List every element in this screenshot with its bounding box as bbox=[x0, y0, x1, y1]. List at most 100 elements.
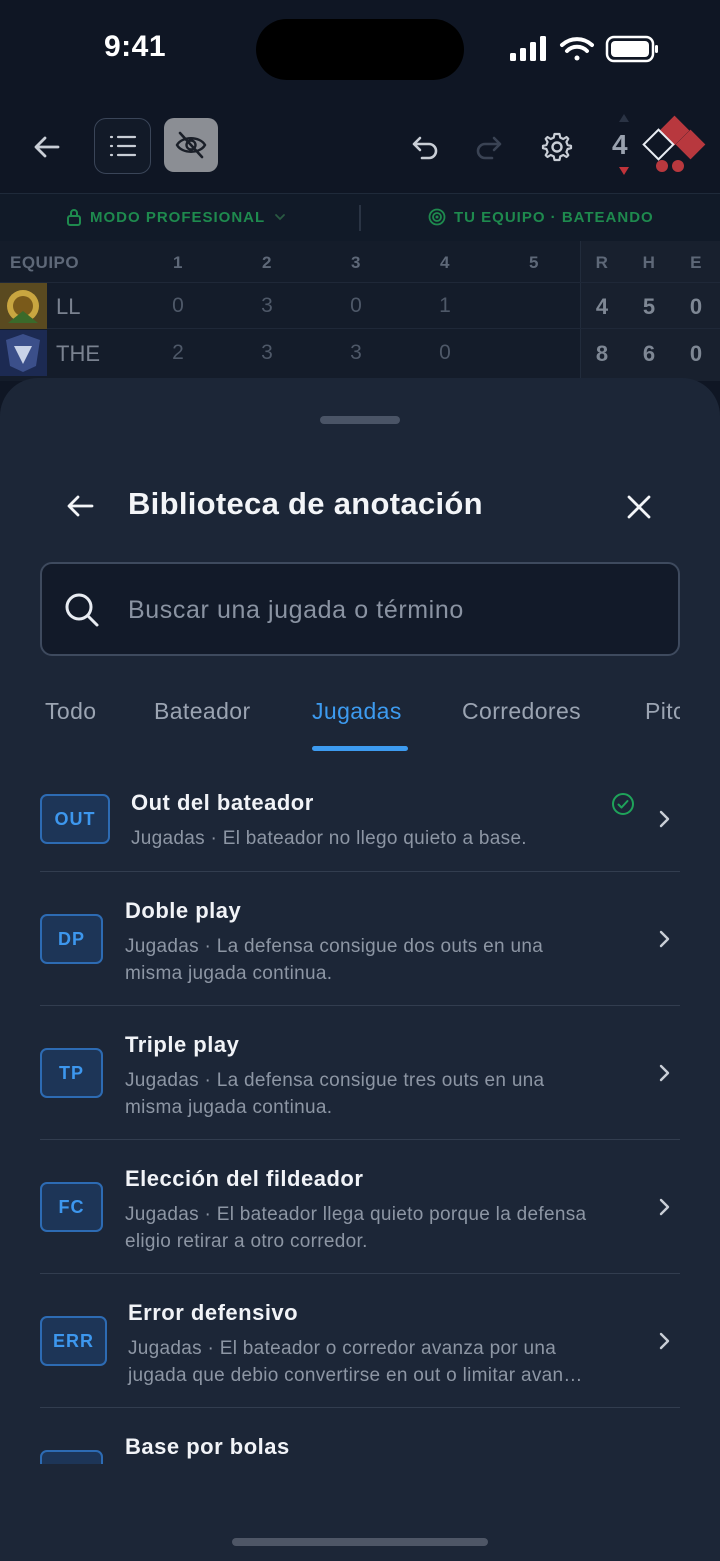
inning-header: 1 bbox=[173, 253, 183, 272]
tab-jugadas[interactable]: Jugadas bbox=[312, 698, 402, 725]
home-indicator bbox=[232, 1538, 488, 1546]
status-icons bbox=[510, 35, 658, 63]
play-description: Jugadas · La defensa consigue dos outs e… bbox=[125, 936, 544, 984]
list-item[interactable]: DP Doble play Jugadas · La defensa consi… bbox=[40, 872, 680, 1006]
search-input[interactable] bbox=[128, 588, 658, 632]
inning-score: 1 bbox=[439, 294, 451, 317]
tab-todo[interactable]: Todo bbox=[45, 698, 96, 725]
hits-total: 6 bbox=[642, 341, 656, 366]
sheet-grabber[interactable] bbox=[320, 416, 400, 424]
list-item[interactable]: OUT Out del bateador Jugadas · El batead… bbox=[40, 778, 680, 872]
chevron-right-icon bbox=[659, 810, 670, 828]
list-item[interactable]: ERR Error defensivo Jugadas · El bateado… bbox=[40, 1274, 680, 1408]
undo-icon bbox=[412, 136, 438, 160]
mode-divider bbox=[359, 205, 361, 231]
play-title: Out del bateador bbox=[131, 790, 314, 815]
inning-header: 2 bbox=[262, 253, 272, 272]
tab-corredores[interactable]: Corredores bbox=[462, 698, 581, 725]
inning-score: 3 bbox=[261, 294, 273, 317]
back-button[interactable] bbox=[24, 124, 70, 170]
dynamic-island bbox=[256, 19, 464, 80]
inning-score: 0 bbox=[172, 294, 184, 317]
inning-header: 4 bbox=[440, 253, 450, 272]
inning-score: 0 bbox=[350, 294, 362, 317]
redo-icon bbox=[476, 136, 502, 160]
play-description: Jugadas · El bateador llega quieto porqu… bbox=[125, 1204, 587, 1252]
team-status: TU EQUIPO · BATEANDO bbox=[428, 208, 654, 226]
team-name: THE bbox=[56, 341, 100, 366]
status-time: 9:41 bbox=[104, 30, 167, 63]
wifi-icon bbox=[560, 37, 594, 61]
inning-down-arrow-icon[interactable] bbox=[619, 167, 629, 175]
toolbar: 4 bbox=[0, 100, 720, 193]
runs-header: R bbox=[595, 253, 609, 272]
chevron-right-icon bbox=[659, 1198, 670, 1216]
play-badge: FC bbox=[40, 1182, 103, 1232]
chevron-right-icon bbox=[659, 1332, 670, 1350]
mode-selector[interactable]: MODO PROFESIONAL bbox=[66, 208, 287, 226]
play-title: Error defensivo bbox=[128, 1300, 299, 1325]
chevron-right-icon bbox=[659, 1064, 670, 1082]
inning-header: 5 bbox=[529, 253, 539, 272]
inning-score: 3 bbox=[350, 341, 362, 364]
errors-total: 0 bbox=[689, 294, 703, 319]
hide-button[interactable] bbox=[164, 118, 218, 172]
play-badge: TP bbox=[40, 1048, 103, 1098]
settings-button[interactable] bbox=[534, 124, 580, 170]
team-logo-ll bbox=[0, 283, 47, 329]
redo-button[interactable] bbox=[466, 124, 512, 170]
list-icon bbox=[109, 135, 136, 157]
bases-diamond-icon[interactable] bbox=[636, 114, 706, 176]
list-button[interactable] bbox=[94, 118, 151, 174]
close-button[interactable] bbox=[616, 484, 662, 530]
chevron-right-icon bbox=[659, 930, 670, 948]
gear-icon bbox=[541, 132, 573, 162]
mode-bar: MODO PROFESIONAL TU EQUIPO · BATEANDO bbox=[0, 193, 720, 241]
chevron-down-icon bbox=[275, 214, 286, 221]
battery-icon bbox=[605, 35, 658, 63]
scoreboard: EQUIPO 1 2 3 4 5 R H E LL 0 3 0 1 4 5 0 … bbox=[0, 241, 720, 381]
runs-total: 4 bbox=[595, 294, 609, 319]
play-title: Triple play bbox=[125, 1032, 240, 1057]
scoreboard-row: THE 2 3 3 0 8 6 0 bbox=[0, 330, 720, 376]
team-name: LL bbox=[56, 294, 81, 319]
cellular-signal-icon bbox=[510, 36, 546, 61]
lock-icon bbox=[67, 209, 81, 226]
team-logo-the bbox=[0, 330, 47, 376]
scoreboard-row: LL 0 3 0 1 4 5 0 bbox=[0, 283, 720, 329]
errors-header: E bbox=[690, 253, 702, 272]
search-box[interactable] bbox=[40, 562, 680, 656]
check-circle-icon bbox=[612, 793, 634, 815]
list-item[interactable]: FC Elección del fildeador Jugadas · El b… bbox=[40, 1140, 680, 1274]
play-description: Jugadas · El bateador o corredor avanza … bbox=[128, 1338, 583, 1386]
tab-bateador[interactable]: Bateador bbox=[154, 698, 251, 725]
errors-total: 0 bbox=[689, 341, 703, 366]
sheet-title: Biblioteca de anotación bbox=[128, 486, 483, 521]
list-item[interactable]: BB Base por bolas bbox=[40, 1408, 680, 1464]
play-title: Elección del fildeador bbox=[125, 1166, 364, 1191]
play-description: Jugadas · El bateador no llego quieto a … bbox=[131, 828, 527, 849]
tab-pitcher[interactable]: Pitcher bbox=[645, 698, 680, 725]
play-badge: BB bbox=[40, 1450, 103, 1464]
sheet-back-button[interactable] bbox=[58, 484, 102, 528]
inning-up-arrow-icon[interactable] bbox=[619, 114, 629, 122]
team-column-header: EQUIPO bbox=[10, 253, 80, 272]
close-icon bbox=[627, 495, 651, 519]
inning-header: 3 bbox=[351, 253, 361, 272]
status-bar: 9:41 bbox=[0, 0, 720, 100]
plays-list: OUT Out del bateador Jugadas · El batead… bbox=[40, 778, 680, 1464]
undo-button[interactable] bbox=[402, 124, 448, 170]
arrow-left-icon bbox=[34, 136, 60, 158]
inning-score: 3 bbox=[261, 341, 273, 364]
inning-number: 4 bbox=[612, 129, 628, 160]
inning-score: 0 bbox=[439, 341, 451, 364]
hits-header: H bbox=[642, 253, 656, 272]
arrow-left-icon bbox=[67, 495, 94, 517]
hits-total: 5 bbox=[642, 294, 656, 319]
list-item[interactable]: TP Triple play Jugadas · La defensa cons… bbox=[40, 1006, 680, 1140]
play-badge: OUT bbox=[40, 794, 110, 844]
eye-off-icon bbox=[175, 131, 207, 159]
active-tab-indicator bbox=[312, 746, 408, 751]
scoreboard-header: EQUIPO 1 2 3 4 5 R H E bbox=[0, 241, 720, 283]
play-description: Jugadas · La defensa consigue tres outs … bbox=[125, 1070, 545, 1118]
